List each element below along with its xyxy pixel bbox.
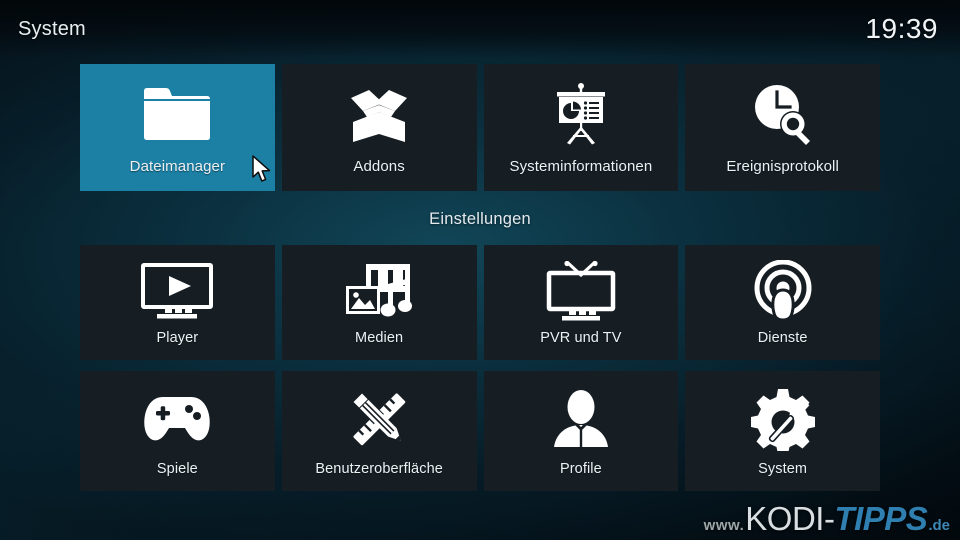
tile-addons[interactable]: Addons [281,64,477,191]
tile-profile[interactable]: Profile [483,371,679,491]
tile-ereignisprotokoll[interactable]: Ereignisprotokoll [685,64,880,191]
tile-player[interactable]: Player [80,245,275,360]
tile-label: Addons [353,158,405,175]
folder-icon [80,64,275,158]
tile-label: PVR und TV [540,330,622,346]
tile-medien[interactable]: Medien [281,245,477,360]
tile-label: Dateimanager [129,158,226,175]
clock: 19:39 [865,13,938,44]
tile-label: Spiele [156,461,198,477]
user-icon [484,371,679,461]
tile-label: System [758,461,808,477]
settings-row-1: Player Medien PVR und TV Dienste [80,245,880,360]
pencil-ruler-icon [282,371,477,461]
tile-system[interactable]: System [685,371,880,491]
gear-wrench-icon [685,371,880,461]
clock-search-icon [685,64,880,158]
tile-benutzeroberflaeche[interactable]: Benutzeroberfläche [281,371,477,491]
top-bar: System 19:39 [0,0,960,58]
broadcast-user-icon [685,245,880,330]
watermark-kodi-tipps: www. KODI- TIPPS .de [704,500,950,538]
tile-systeminformationen[interactable]: Systeminformationen [483,64,679,191]
tile-label: Profile [559,461,602,477]
settings-row-2: Spiele Benutzeroberfläche Profile System [80,371,880,491]
tv-antenna-icon [484,245,679,330]
top-menu-row: Dateimanager Addons Systeminformationen … [80,64,880,191]
page-title: System [18,17,86,40]
tile-label: Systeminformationen [509,158,653,175]
monitor-play-icon [80,245,275,330]
tile-label: Player [156,330,199,346]
media-stack-icon [282,245,477,330]
tile-spiele[interactable]: Spiele [80,371,275,491]
kodi-system-screen: System 19:39 Dateimanager Addons Systemi… [0,0,960,540]
section-header: Einstellungen [429,210,531,228]
presentation-icon [484,64,679,158]
gamepad-icon [80,371,275,461]
watermark-www: www. [703,517,745,534]
open-box-icon [282,64,477,158]
tile-label: Dienste [757,330,808,346]
watermark-de: .de [928,517,950,534]
tile-label: Benutzeroberfläche [315,461,443,477]
watermark-tipps: TIPPS [834,500,928,537]
tile-label: Ereignisprotokoll [726,158,839,175]
tile-pvr-und-tv[interactable]: PVR und TV [483,245,679,360]
tile-dateimanager[interactable]: Dateimanager [80,64,275,191]
watermark-kodi: KODI- [745,500,835,537]
tile-label: Medien [355,330,404,346]
tile-dienste[interactable]: Dienste [685,245,880,360]
